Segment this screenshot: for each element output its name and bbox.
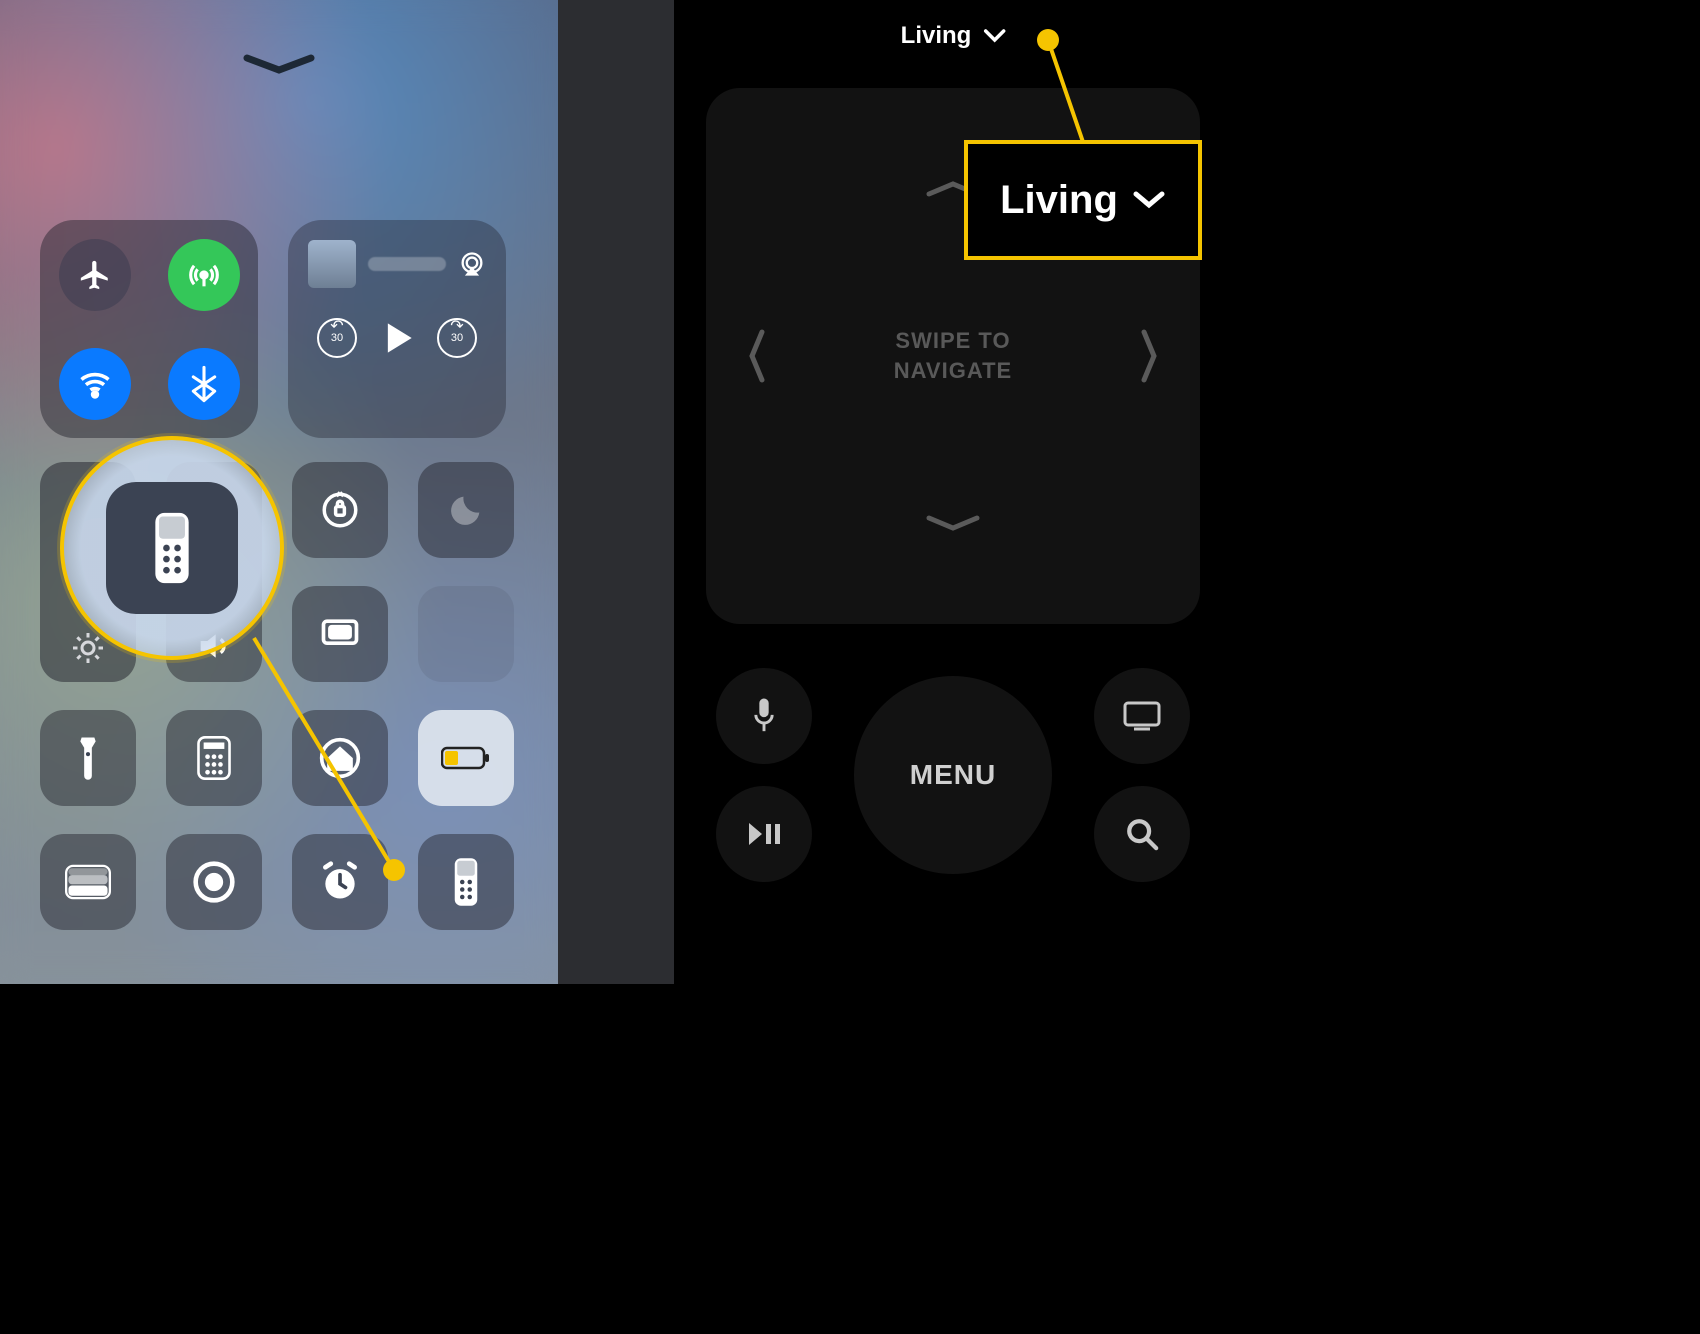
panel-divider xyxy=(558,0,674,984)
callout-endpoint-dot-right xyxy=(1037,29,1059,51)
apple-tv-remote-zoom-tile xyxy=(106,482,238,614)
zoom-callout xyxy=(60,436,284,660)
chevron-down-icon xyxy=(1132,190,1166,210)
device-selector-callout: Living xyxy=(964,140,1202,260)
callout-label: Living xyxy=(1000,178,1118,223)
tv-remote-panel: Living SWIPE TO NAVIGATE xyxy=(674,0,1232,984)
control-center-panel: ↶30 ↷30 xyxy=(0,0,558,984)
callout-endpoint-dot xyxy=(383,859,405,881)
